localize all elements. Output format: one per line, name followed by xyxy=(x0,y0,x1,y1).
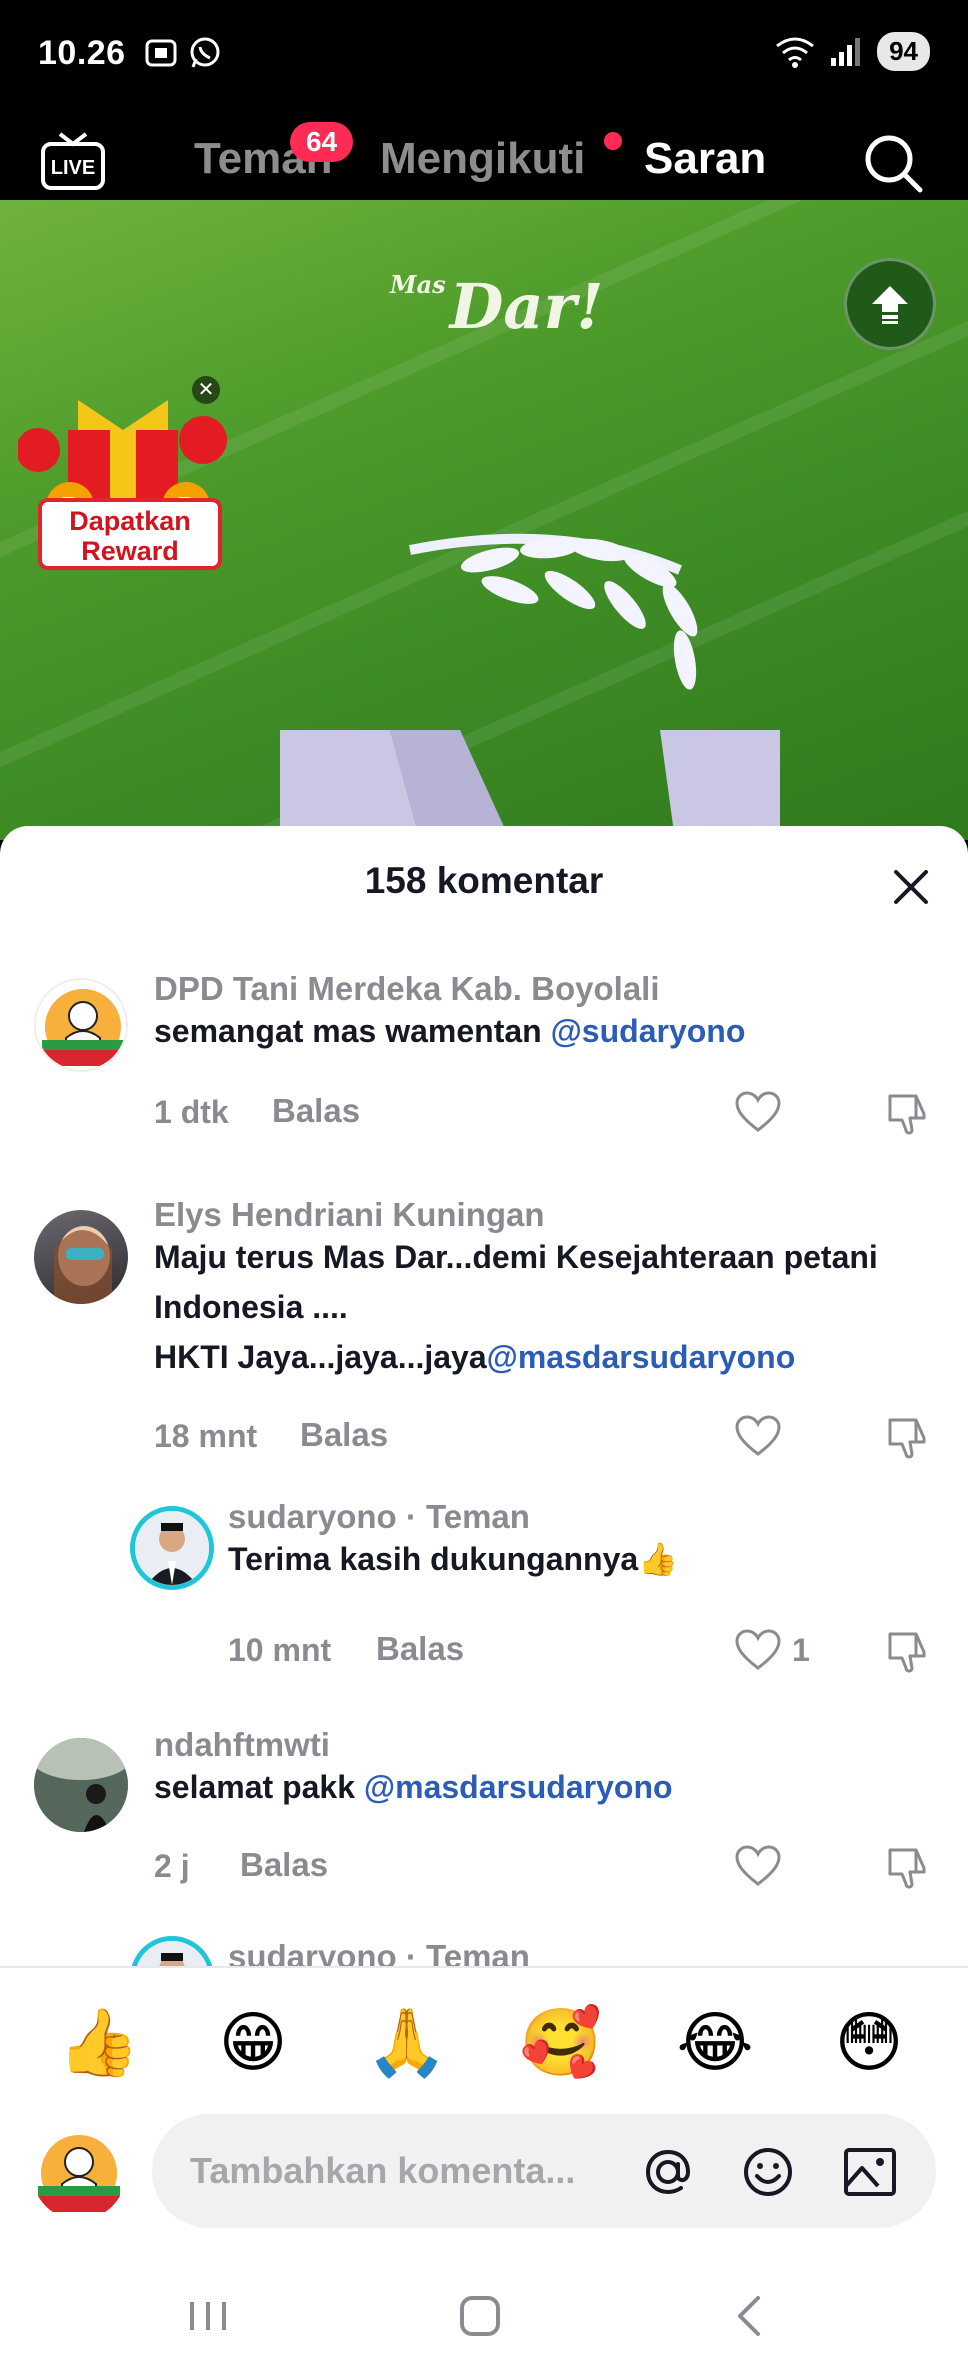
tab-mengikuti[interactable]: Mengikuti xyxy=(380,134,585,184)
reward-close-icon[interactable]: ✕ xyxy=(192,376,220,404)
reply-button[interactable]: Balas xyxy=(376,1630,464,1668)
comment-time: 10 mnt xyxy=(228,1632,332,1668)
my-avatar xyxy=(32,2126,126,2220)
comment-author[interactable]: sudaryono · Teman xyxy=(228,1498,530,1536)
comment-time: 18 mnt xyxy=(154,1418,258,1454)
emoji-grin[interactable]: 😁 xyxy=(208,2002,298,2082)
wifi-icon xyxy=(776,37,814,68)
heart-icon[interactable] xyxy=(734,1090,782,1134)
upload-button[interactable] xyxy=(844,258,936,350)
status-time: 10.26 xyxy=(38,34,126,72)
reply-button[interactable]: Balas xyxy=(300,1416,388,1454)
avatar[interactable] xyxy=(130,1506,214,1590)
reward-label-line1: Dapatkan xyxy=(69,506,191,536)
notification-badge: 64 xyxy=(290,122,354,162)
like-count: 1 xyxy=(792,1632,810,1668)
emoji-hearts-face[interactable]: 🥰 xyxy=(516,2002,606,2082)
avatar[interactable] xyxy=(34,1210,128,1304)
comment-time: 2 j xyxy=(154,1848,190,1884)
whatsapp-icon xyxy=(190,37,220,68)
mention-link[interactable]: @masdarsudaryono xyxy=(364,1769,673,1805)
battery-indicator: 94 xyxy=(877,32,930,71)
close-icon[interactable] xyxy=(886,862,936,912)
comment-input-row: Tambahkan komenta... xyxy=(0,2114,968,2234)
emoji-flushed[interactable]: 😳 xyxy=(824,2002,914,2082)
image-icon[interactable] xyxy=(842,2144,898,2200)
svg-text:LIVE: LIVE xyxy=(51,157,95,179)
search-icon[interactable] xyxy=(862,132,924,194)
comment-text: Terima kasih dukungannya👍 xyxy=(228,1541,679,1577)
comment-author[interactable]: DPD Tani Merdeka Kab. Boyolali xyxy=(154,970,660,1008)
tani-merdeka-logo xyxy=(36,980,126,1070)
smiley-icon[interactable] xyxy=(740,2144,796,2200)
signal-icon xyxy=(831,37,861,66)
comment-input-placeholder: Tambahkan komenta... xyxy=(190,2150,576,2191)
at-icon[interactable] xyxy=(640,2144,696,2200)
avatar[interactable] xyxy=(130,1936,214,1966)
heart-icon[interactable] xyxy=(734,1844,782,1888)
mention-link[interactable]: @sudaryono xyxy=(551,1013,746,1049)
quick-emoji-bar: 👍 😁 🙏 🥰 😂 😳 xyxy=(0,2002,968,2082)
user-photo xyxy=(135,1511,209,1585)
upload-icon xyxy=(872,286,908,324)
dislike-icon[interactable] xyxy=(886,1414,934,1462)
comment-line: HKTI Jaya...jaya...jaya@masdarsudaryono xyxy=(154,1332,878,1382)
heart-icon[interactable] xyxy=(734,1628,782,1672)
video-player[interactable]: MasDar! P P xyxy=(0,200,968,840)
comments-sheet: 158 komentar DPD Tani Merdeka Kab. Boyol… xyxy=(0,826,968,1966)
top-navigation: LIVE Teman 64 Mengikuti Saran xyxy=(0,110,968,217)
recents-icon[interactable] xyxy=(178,2286,238,2346)
dislike-icon[interactable] xyxy=(886,1628,934,1676)
new-content-dot xyxy=(604,132,622,150)
comment-line: Maju terus Mas Dar...demi Kesejahteraan … xyxy=(154,1239,878,1275)
tab-saran[interactable]: Saran xyxy=(644,134,766,184)
back-icon[interactable] xyxy=(720,2286,780,2346)
user-photo xyxy=(54,1226,112,1304)
avatar[interactable] xyxy=(34,978,128,1072)
comment-body: semangat mas wamentan xyxy=(154,1013,551,1049)
dislike-icon[interactable] xyxy=(886,1090,934,1138)
reply-button[interactable]: Balas xyxy=(240,1846,328,1884)
comment-text: selamat pakk @masdarsudaryono xyxy=(154,1762,673,1812)
reward-label-line2: Reward xyxy=(81,536,179,566)
tani-merdeka-logo xyxy=(32,2126,126,2220)
user-photo xyxy=(135,1941,209,1966)
comments-count-title: 158 komentar xyxy=(364,860,604,901)
video-logo: MasDar! xyxy=(390,270,604,343)
screenshot-icon xyxy=(145,39,177,67)
comment-author[interactable]: Elys Hendriani Kuningan xyxy=(154,1196,545,1234)
home-icon[interactable] xyxy=(450,2286,510,2346)
comment-input[interactable]: Tambahkan komenta... xyxy=(152,2114,936,2228)
video-letter-graphic xyxy=(280,533,780,840)
status-system-icons: 94 xyxy=(775,32,930,71)
emoji-thumbs-up[interactable]: 👍 xyxy=(54,2002,144,2082)
user-photo xyxy=(34,1738,128,1832)
heart-icon[interactable] xyxy=(734,1414,782,1458)
live-icon[interactable]: LIVE xyxy=(40,130,106,192)
mention-link[interactable]: @masdarsudaryono xyxy=(487,1339,796,1375)
avatar[interactable] xyxy=(34,1738,128,1832)
comment-author[interactable]: ndahftmwti xyxy=(154,1726,330,1764)
status-notification-icons xyxy=(144,36,222,70)
system-navigation-bar xyxy=(0,2256,968,2376)
status-bar: 10.26 94 xyxy=(0,0,968,110)
comment-time: 1 dtk xyxy=(154,1094,229,1130)
comment-text: semangat mas wamentan @sudaryono xyxy=(154,1006,745,1056)
emoji-pray[interactable]: 🙏 xyxy=(362,2002,452,2082)
comment-body: HKTI Jaya...jaya...jaya xyxy=(154,1339,487,1375)
comment-line: Indonesia .... xyxy=(154,1289,348,1325)
emoji-laugh-cry[interactable]: 😂 xyxy=(670,2002,760,2082)
comment-author[interactable]: sudaryono · Teman xyxy=(228,1938,530,1966)
comment-text: Maju terus Mas Dar...demi Kesejahteraan … xyxy=(154,1232,878,1382)
comment-body: selamat pakk xyxy=(154,1769,364,1805)
reply-button[interactable]: Balas xyxy=(272,1092,360,1130)
dislike-icon[interactable] xyxy=(886,1844,934,1892)
reward-label[interactable]: Dapatkan Reward xyxy=(38,498,222,570)
